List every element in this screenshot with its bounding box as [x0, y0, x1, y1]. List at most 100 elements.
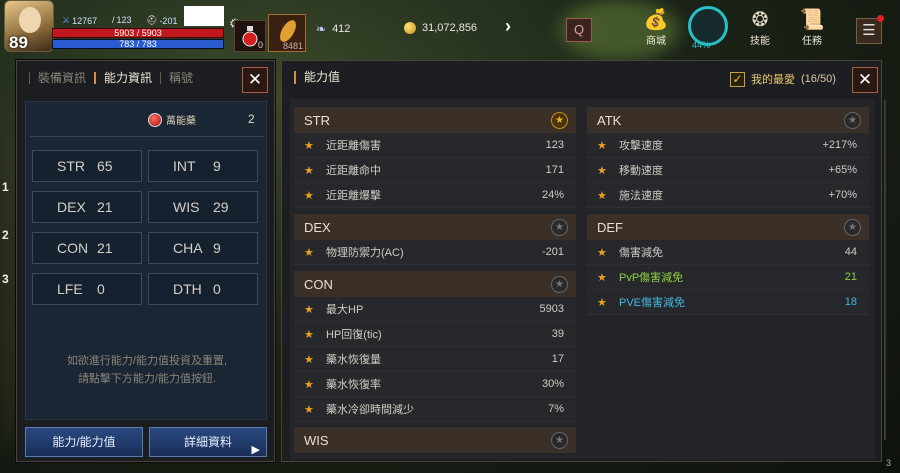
- stat-key: DTH: [173, 281, 202, 297]
- star-icon[interactable]: ★: [844, 111, 861, 129]
- star-icon[interactable]: ★: [294, 164, 316, 177]
- stat-value: 39: [551, 328, 564, 340]
- star-icon[interactable]: ★: [587, 246, 609, 259]
- star-icon[interactable]: ★: [551, 218, 568, 236]
- elixir-count: 2: [248, 112, 255, 126]
- star-icon[interactable]: ★: [587, 189, 609, 202]
- stat-int: INT 9: [148, 150, 258, 182]
- stat-value: 29: [213, 199, 229, 215]
- stat-value: 171: [545, 164, 564, 176]
- list-item: ★ 藥水冷卻時間減少 7%: [294, 397, 576, 422]
- skill-label: 技能: [750, 36, 770, 47]
- star-icon[interactable]: ★: [294, 139, 316, 152]
- stat-value: 0: [97, 281, 105, 297]
- star-icon[interactable]: ★: [294, 246, 316, 259]
- skill-button[interactable]: ❂ 技能: [740, 8, 780, 47]
- stat-name: 藥水恢復率: [326, 379, 381, 391]
- menu-button[interactable]: ☰: [856, 18, 882, 44]
- scroll-icon: 📜: [799, 9, 825, 31]
- list-item: ★ 物理防禦力(AC) -201: [294, 240, 576, 265]
- stat-name: 傷害減免: [619, 247, 663, 259]
- money-bag-icon: 💰: [643, 9, 669, 31]
- stat-value: 17: [551, 353, 564, 365]
- hint-text: 如欲進行能力/能力值投資及重置, 請點擊下方能力/能力值按鈕.: [26, 352, 268, 388]
- tab-equipment-info[interactable]: 裝備資訊: [29, 72, 94, 84]
- star-icon[interactable]: ★: [587, 271, 609, 284]
- star-icon[interactable]: ★: [294, 378, 316, 391]
- power-stat: ⚔ 12767: [62, 15, 97, 26]
- stat-key: DEX: [57, 199, 86, 215]
- section-title: STR: [304, 112, 330, 128]
- section-dex: DEX ★ ★ 物理防禦力(AC) -201: [294, 214, 576, 265]
- potion-slot[interactable]: 0: [234, 20, 266, 52]
- tab-ability-info[interactable]: 能力資訊: [94, 72, 160, 84]
- shop-button[interactable]: 💰 商城: [636, 8, 676, 47]
- panel-title: 能力值: [294, 71, 340, 84]
- ability-values-panel: 能力值 ✓ 我的最愛 (16/50) ✕ STR ★ ★ 近距離傷害 123 ★ 近距…: [281, 60, 882, 462]
- attack-value: 123: [116, 15, 132, 25]
- section-title: ATK: [597, 112, 622, 128]
- star-icon[interactable]: ★: [844, 218, 861, 236]
- stat-name: 藥水恢復量: [326, 354, 381, 366]
- stat-name: 最大HP: [326, 304, 364, 316]
- coin-icon: [404, 22, 416, 34]
- stat-value: +70%: [828, 189, 857, 201]
- stat-name: PVE傷害減免: [619, 297, 686, 309]
- section-title: DEX: [304, 219, 331, 235]
- list-item: ★ 最大HP 5903: [294, 297, 576, 322]
- stat-value: 18: [844, 296, 857, 308]
- star-icon[interactable]: ★: [551, 275, 568, 293]
- stat-key: CON: [57, 240, 89, 256]
- close-icon[interactable]: ✕: [852, 67, 878, 93]
- close-icon[interactable]: ✕: [242, 67, 268, 93]
- wing-icon: ❧: [316, 22, 327, 36]
- ability-values-list: STR ★ ★ 近距離傷害 123 ★ 近距離命中 171 ★ 近距離爆擊 24% DEX …: [290, 99, 875, 459]
- stat-value: 44: [844, 246, 857, 258]
- favorites-label: 我的最愛: [751, 74, 795, 86]
- list-item: ★ 移動速度 +65%: [587, 158, 869, 183]
- stat-wis: WIS 29: [148, 191, 258, 223]
- stat-name: 施法速度: [619, 190, 663, 202]
- section-title: CON: [304, 276, 333, 292]
- stat-dth: DTH 0: [148, 273, 258, 305]
- list-item: ★ 施法速度 +70%: [587, 183, 869, 208]
- star-icon[interactable]: ★: [294, 403, 316, 416]
- quest-log-button[interactable]: Q: [566, 18, 592, 42]
- star-icon[interactable]: ★: [551, 111, 568, 129]
- stat-value: 21: [844, 271, 857, 283]
- info-tabs: 裝備資訊 能力資訊 稱號: [17, 61, 247, 95]
- ability-button[interactable]: 能力/能力值: [25, 427, 143, 457]
- hotkey-number: 1: [2, 180, 9, 194]
- star-icon[interactable]: ★: [294, 303, 316, 316]
- list-item: ★ 藥水恢復率 30%: [294, 372, 576, 397]
- chevron-right-icon[interactable]: ›: [505, 16, 511, 37]
- list-item: ★ 近距離命中 171: [294, 158, 576, 183]
- stat-value: 30%: [541, 378, 564, 390]
- list-item: ★ PVE傷害減免 18: [587, 290, 869, 315]
- quest-button[interactable]: 📜 任務: [792, 8, 832, 47]
- feather-slot[interactable]: 8481: [268, 14, 306, 52]
- elixir-label: 萬能藥: [166, 116, 196, 127]
- detail-button[interactable]: 詳細資料 ▶: [149, 427, 267, 457]
- star-icon[interactable]: ★: [294, 328, 316, 341]
- stat-value: 7%: [548, 403, 564, 415]
- tab-title[interactable]: 稱號: [160, 72, 201, 84]
- defense-stat: ⛑ -201: [146, 15, 177, 26]
- star-icon[interactable]: ★: [551, 431, 568, 449]
- sword-icon: ⚔: [62, 15, 71, 25]
- star-icon[interactable]: ★: [587, 164, 609, 177]
- star-icon[interactable]: ★: [587, 296, 609, 309]
- favorites-toggle[interactable]: ✓ 我的最愛 (16/50): [730, 71, 836, 87]
- checkbox-icon[interactable]: ✓: [730, 71, 745, 87]
- panel-buttons: 能力/能力值 詳細資料 ▶: [25, 427, 267, 457]
- star-icon[interactable]: ★: [294, 189, 316, 202]
- stat-key: CHA: [173, 240, 203, 256]
- section-con: CON ★ ★ 最大HP 5903 ★ HP回復(tic) 39 ★ 藥水恢復量 17 ★ 藥…: [294, 271, 576, 422]
- star-icon[interactable]: ★: [587, 139, 609, 152]
- list-item: ★ 攻擊速度 +217%: [587, 133, 869, 158]
- helmet-icon: ⛑: [146, 15, 158, 25]
- section-header: DEF ★: [587, 214, 869, 240]
- star-icon[interactable]: ★: [294, 353, 316, 366]
- stat-value: -201: [541, 246, 564, 258]
- scrollbar[interactable]: [884, 100, 886, 440]
